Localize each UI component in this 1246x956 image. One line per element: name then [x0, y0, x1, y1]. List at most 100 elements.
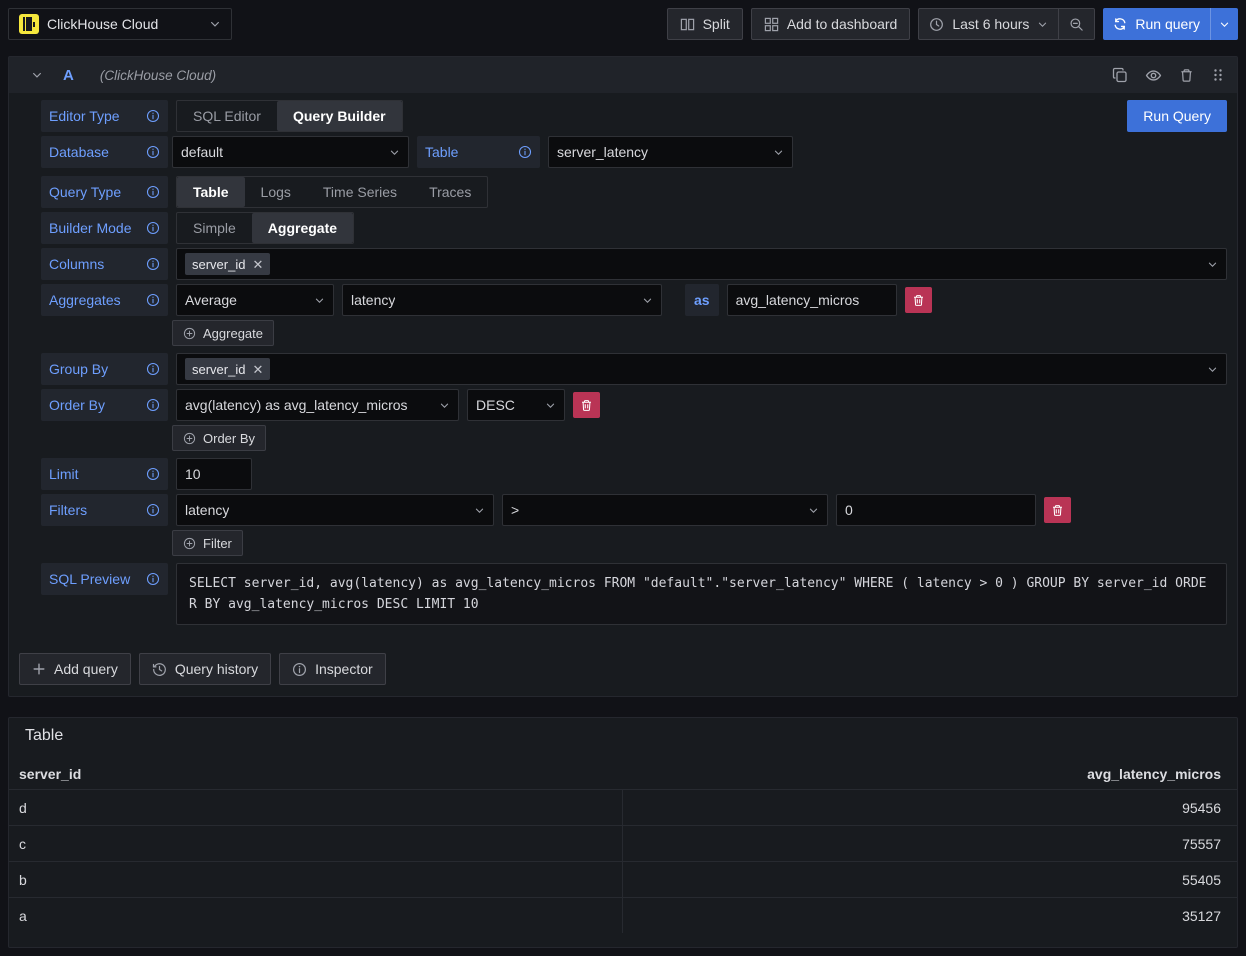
- results-panel-title: Table: [9, 718, 1237, 747]
- cell-server-id: b: [9, 862, 623, 897]
- add-aggregate-button[interactable]: Aggregate: [172, 320, 274, 346]
- table-select[interactable]: server_latency: [548, 136, 793, 168]
- time-picker-button[interactable]: Last 6 hours: [919, 9, 1058, 39]
- info-icon[interactable]: [518, 145, 532, 159]
- query-type-table-option[interactable]: Table: [177, 177, 245, 207]
- columns-row: Columns server_id ✕: [41, 248, 1227, 280]
- group-by-multiselect[interactable]: server_id ✕: [176, 353, 1227, 385]
- filter-field-select[interactable]: latency: [176, 494, 494, 526]
- limit-input[interactable]: [176, 458, 252, 490]
- chevron-down-icon: [1207, 364, 1218, 375]
- info-icon[interactable]: [146, 362, 160, 376]
- database-table-row: Database default Table server_latency: [41, 136, 1227, 168]
- column-header-avg-latency[interactable]: avg_latency_micros: [623, 766, 1237, 782]
- query-row-header: A (ClickHouse Cloud): [9, 57, 1237, 93]
- zoom-out-time-button[interactable]: [1058, 9, 1094, 39]
- sql-editor-option[interactable]: SQL Editor: [177, 101, 277, 131]
- add-query-button[interactable]: Add query: [19, 653, 131, 685]
- order-by-direction-select[interactable]: DESC: [467, 389, 565, 421]
- table-row[interactable]: c 75557: [9, 825, 1237, 861]
- remove-filter-button[interactable]: [1044, 497, 1071, 523]
- aggregate-function-select[interactable]: Average: [176, 284, 334, 316]
- remove-order-by-button[interactable]: [573, 392, 600, 418]
- run-query-button[interactable]: Run query: [1103, 8, 1210, 40]
- group-by-row: Group By server_id ✕: [41, 353, 1227, 385]
- builder-mode-row: Builder Mode Simple Aggregate: [41, 212, 1227, 244]
- collapse-chevron-icon[interactable]: [31, 69, 43, 81]
- inspector-button[interactable]: Inspector: [279, 653, 386, 685]
- drag-handle-icon[interactable]: [1211, 67, 1225, 83]
- query-type-timeseries-option[interactable]: Time Series: [307, 177, 413, 207]
- query-history-button[interactable]: Query history: [139, 653, 271, 685]
- results-table-panel: Table server_id avg_latency_micros d 954…: [8, 717, 1238, 948]
- remove-chip-icon[interactable]: ✕: [252, 363, 263, 376]
- run-query-label: Run query: [1135, 16, 1200, 32]
- info-icon[interactable]: [146, 503, 160, 517]
- sql-preview-label: SQL Preview: [41, 563, 168, 595]
- chevron-down-icon: [545, 400, 556, 411]
- run-query-options-button[interactable]: [1210, 8, 1238, 40]
- plus-circle-icon: [183, 432, 196, 445]
- query-builder-option[interactable]: Query Builder: [277, 101, 402, 131]
- plus-icon: [32, 662, 46, 676]
- query-editor-footer: Add query Query history Inspector: [9, 629, 1237, 696]
- results-table-body: d 95456 c 75557 b 55405 a 35127: [9, 789, 1237, 933]
- builder-mode-aggregate-option[interactable]: Aggregate: [252, 213, 353, 243]
- hide-response-eye-icon[interactable]: [1145, 67, 1162, 84]
- table-row[interactable]: b 55405: [9, 861, 1237, 897]
- aggregate-column-select[interactable]: latency: [342, 284, 662, 316]
- info-icon[interactable]: [146, 467, 160, 481]
- cell-avg-latency: 35127: [623, 898, 1237, 933]
- explore-toolbar: ClickHouse Cloud Split Add to dashboard …: [0, 0, 1246, 48]
- add-order-by-button[interactable]: Order By: [172, 425, 266, 451]
- chevron-down-icon: [773, 147, 784, 158]
- columns-multiselect[interactable]: server_id ✕: [176, 248, 1227, 280]
- builder-mode-simple-option[interactable]: Simple: [177, 213, 252, 243]
- query-row-actions: [1112, 67, 1225, 84]
- datasource-name: ClickHouse Cloud: [47, 16, 201, 32]
- info-icon[interactable]: [146, 398, 160, 412]
- panel-run-query-button[interactable]: Run Query: [1127, 100, 1227, 132]
- editor-type-switcher: SQL Editor Query Builder: [176, 100, 403, 132]
- remove-query-trash-icon[interactable]: [1179, 68, 1194, 83]
- datasource-picker[interactable]: ClickHouse Cloud: [8, 8, 232, 40]
- split-button[interactable]: Split: [667, 8, 743, 40]
- info-icon[interactable]: [146, 185, 160, 199]
- chevron-down-icon: [389, 147, 400, 158]
- duplicate-query-icon[interactable]: [1112, 67, 1128, 83]
- table-row[interactable]: d 95456: [9, 789, 1237, 825]
- info-icon[interactable]: [146, 145, 160, 159]
- add-filter-button[interactable]: Filter: [172, 530, 243, 556]
- time-range-label: Last 6 hours: [952, 16, 1029, 32]
- query-type-label: Query Type: [41, 176, 168, 208]
- table-row[interactable]: a 35127: [9, 897, 1237, 933]
- zoom-out-icon: [1069, 17, 1084, 32]
- cell-server-id: a: [9, 898, 623, 933]
- query-type-traces-option[interactable]: Traces: [413, 177, 487, 207]
- chevron-down-icon: [1037, 19, 1048, 30]
- plus-circle-icon: [183, 537, 196, 550]
- group-by-label: Group By: [41, 353, 168, 385]
- order-by-field-select[interactable]: avg(latency) as avg_latency_micros: [176, 389, 459, 421]
- aggregates-row: Aggregates Average latency as: [41, 284, 1227, 316]
- aggregates-label: Aggregates: [41, 284, 168, 316]
- filter-operator-select[interactable]: >: [502, 494, 828, 526]
- order-by-row: Order By avg(latency) as avg_latency_mic…: [41, 389, 1227, 421]
- remove-aggregate-button[interactable]: [905, 287, 932, 313]
- aggregate-alias-input[interactable]: [727, 284, 897, 316]
- database-label: Database: [41, 136, 168, 168]
- sync-icon: [1113, 17, 1127, 31]
- chevron-down-icon: [314, 295, 325, 306]
- query-type-logs-option[interactable]: Logs: [245, 177, 307, 207]
- filter-value-input[interactable]: [836, 494, 1036, 526]
- remove-chip-icon[interactable]: ✕: [252, 258, 263, 271]
- info-icon[interactable]: [146, 293, 160, 307]
- column-header-server-id[interactable]: server_id: [9, 766, 623, 782]
- database-select[interactable]: default: [172, 136, 409, 168]
- info-icon[interactable]: [146, 572, 160, 586]
- history-icon: [152, 662, 167, 677]
- info-icon[interactable]: [146, 109, 160, 123]
- info-icon[interactable]: [146, 221, 160, 235]
- add-to-dashboard-button[interactable]: Add to dashboard: [751, 8, 911, 40]
- info-icon[interactable]: [146, 257, 160, 271]
